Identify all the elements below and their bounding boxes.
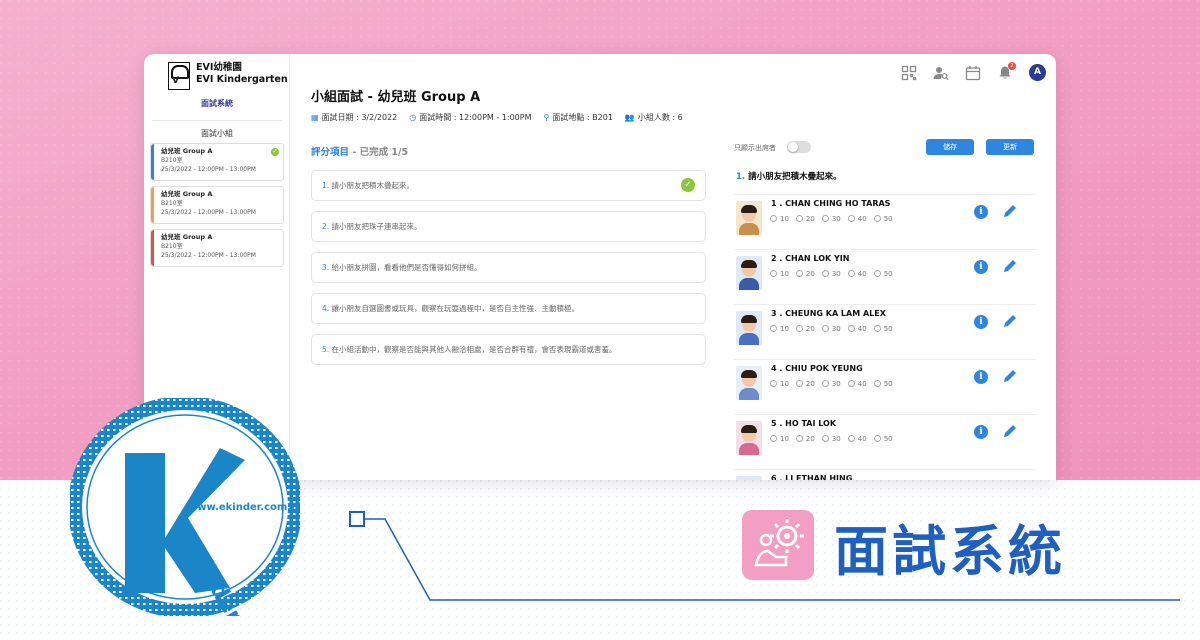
stamp-url: www.ekinder.com.hk <box>188 502 300 513</box>
interview-system-icon <box>742 510 814 580</box>
ekinder-stamp-logo: www.ekinder.com.hk inder <box>70 398 300 616</box>
banner-title: 面試系統 <box>834 520 1066 583</box>
